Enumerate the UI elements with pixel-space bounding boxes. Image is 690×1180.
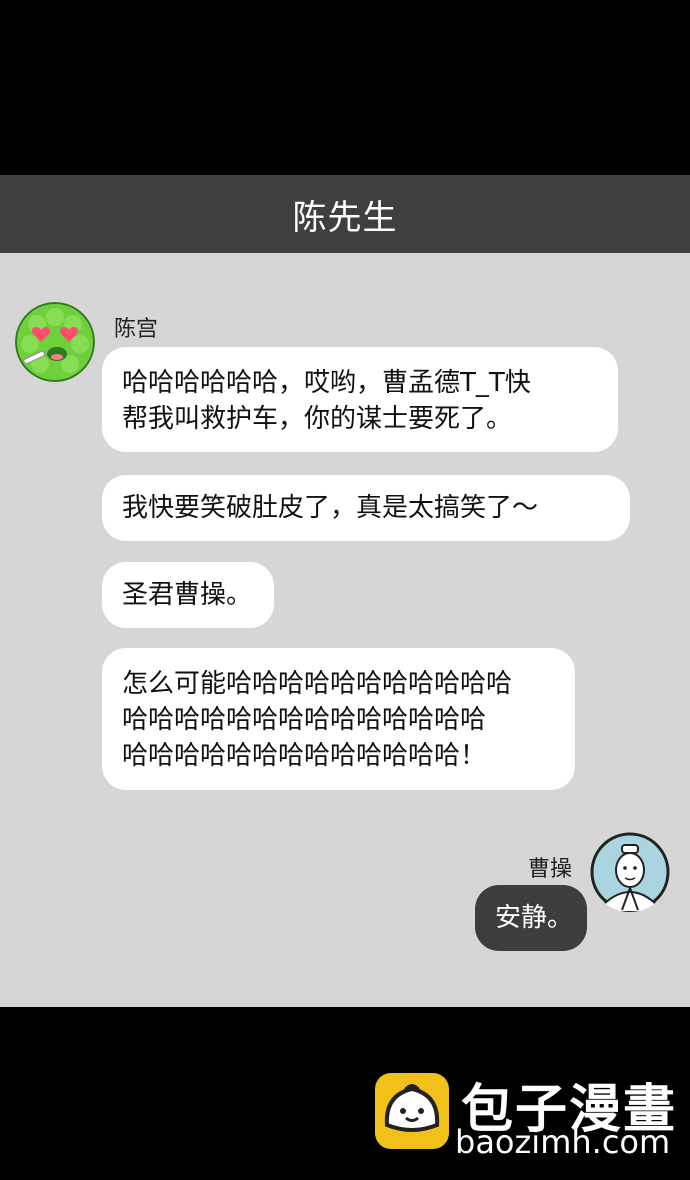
message-line: 帮我叫救护车，你的谋士要死了。 [122,404,513,434]
ancient-scholar-avatar-icon[interactable] [590,832,670,912]
message-line: 我快要笑破肚皮了，真是太搞笑了～ [122,493,539,523]
baozi-bun-icon [375,1073,449,1149]
message-bubble[interactable]: 我快要笑破肚皮了，真是太搞笑了～ [102,475,630,541]
sender-name-caocao: 曹操 [528,857,573,882]
message-line: 圣君曹操。 [122,580,253,610]
message-line: 哈哈哈哈哈哈，哎哟，曹孟德T_T快 [122,368,531,398]
message-bubble[interactable]: 安静。 [475,885,587,951]
message-line: 哈哈哈哈哈哈哈哈哈哈哈哈哈！ [122,741,487,771]
message-bubble[interactable]: 圣君曹操。 [102,562,274,628]
message-bubble[interactable]: 怎么可能哈哈哈哈哈哈哈哈哈哈哈 哈哈哈哈哈哈哈哈哈哈哈哈哈哈 哈哈哈哈哈哈哈哈哈… [102,648,575,790]
watermark-url: baozimh.com [455,1123,671,1161]
watermark: 包子漫畫 baozimh.com [375,1073,675,1163]
message-line: 哈哈哈哈哈哈哈哈哈哈哈哈哈哈 [122,705,487,735]
message-line: 怎么可能哈哈哈哈哈哈哈哈哈哈哈 [122,669,513,699]
chat-header: 陈先生 [0,175,690,253]
chat-screen: 陈先生 陈宫 哈哈哈哈哈哈，哎哟，曹孟德T_T快 帮我叫救护车，你的谋士要死了。… [0,175,690,1007]
sender-name-chengong: 陈宫 [114,317,159,342]
green-heart-eyes-avatar-icon[interactable] [15,302,95,382]
message-bubble[interactable]: 哈哈哈哈哈哈，哎哟，曹孟德T_T快 帮我叫救护车，你的谋士要死了。 [102,347,618,452]
message-line: 安静。 [495,903,574,933]
chat-title: 陈先生 [292,197,398,238]
